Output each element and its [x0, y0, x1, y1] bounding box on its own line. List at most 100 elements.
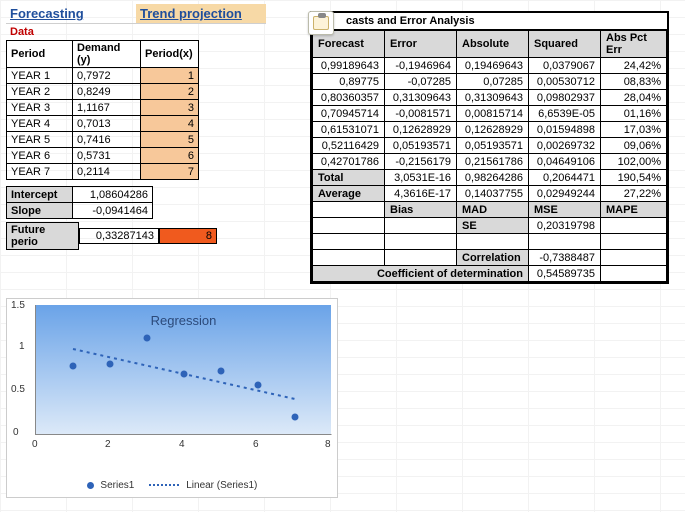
table-row[interactable]: YEAR 70,21147	[7, 164, 199, 180]
table-row[interactable]: 0,803603570,313096430,313096430,09802937…	[313, 90, 667, 106]
cell[interactable]: 6	[141, 148, 199, 164]
intercept-value[interactable]: 1,08604286	[73, 187, 153, 203]
cell[interactable]: 0,00815714	[457, 106, 529, 122]
cell[interactable]: 09,06%	[601, 138, 667, 154]
cell[interactable]: 0,12628929	[385, 122, 457, 138]
cell[interactable]: 0,89775	[313, 74, 385, 90]
cell[interactable]: 2	[141, 84, 199, 100]
cell[interactable]: 0,5731	[73, 148, 141, 164]
cell[interactable]: 6,6539E-05	[529, 106, 601, 122]
cell[interactable]: YEAR 2	[7, 84, 73, 100]
cell[interactable]: 0,31309643	[385, 90, 457, 106]
cell[interactable]: 0,01594898	[529, 122, 601, 138]
table-row[interactable]: 0,615310710,126289290,126289290,01594898…	[313, 122, 667, 138]
cell[interactable]: 28,04%	[601, 90, 667, 106]
cell[interactable]: 0,05193571	[385, 138, 457, 154]
table-row[interactable]: YEAR 20,82492	[7, 84, 199, 100]
chart-plot-area: Regression	[35, 305, 331, 435]
cell[interactable]: 0,14037755	[457, 186, 529, 202]
cell[interactable]: 0,61531071	[313, 122, 385, 138]
cell[interactable]: -0,1946964	[385, 58, 457, 74]
chart-point	[144, 335, 151, 342]
cell[interactable]: 27,22%	[601, 186, 667, 202]
cell[interactable]: 0,80360357	[313, 90, 385, 106]
cell[interactable]: 3,0531E-16	[385, 170, 457, 186]
table-row[interactable]: 0,99189643-0,19469640,194696430,03790672…	[313, 58, 667, 74]
cell[interactable]: 0,05193571	[457, 138, 529, 154]
regression-chart[interactable]: Regression 0 0.5 1 1.5 0 2 4 6 8 Series1…	[6, 298, 338, 498]
cell[interactable]: YEAR 7	[7, 164, 73, 180]
cell[interactable]: 0,8249	[73, 84, 141, 100]
ytick: 0	[13, 427, 19, 438]
cell[interactable]: 0,12628929	[457, 122, 529, 138]
cell[interactable]: 3	[141, 100, 199, 116]
coef-determination-row: Coefficient of determination 0,54589735	[313, 266, 667, 282]
cell[interactable]: 17,03%	[601, 122, 667, 138]
cell[interactable]: 0,02949244	[529, 186, 601, 202]
cell[interactable]: 0,19469643	[457, 58, 529, 74]
cell[interactable]: 0,00530712	[529, 74, 601, 90]
ytick: 1	[19, 341, 25, 352]
table-row[interactable]: YEAR 60,57316	[7, 148, 199, 164]
cell[interactable]: 01,16%	[601, 106, 667, 122]
cell[interactable]: 0,09802937	[529, 90, 601, 106]
table-row[interactable]: YEAR 31,11673	[7, 100, 199, 116]
cell[interactable]: 0,7972	[73, 68, 141, 84]
se-value[interactable]: 0,20319798	[529, 218, 601, 234]
cell[interactable]: YEAR 5	[7, 132, 73, 148]
table-row[interactable]: 0,42701786-0,21561790,215617860,04649106…	[313, 154, 667, 170]
table-row[interactable]: YEAR 50,74165	[7, 132, 199, 148]
cell[interactable]: 0,00269732	[529, 138, 601, 154]
cell[interactable]: 0,52116429	[313, 138, 385, 154]
col-demand: Demand (y)	[73, 41, 141, 68]
table-row[interactable]: YEAR 10,79721	[7, 68, 199, 84]
table-row[interactable]: YEAR 40,70134	[7, 116, 199, 132]
clipboard-icon[interactable]	[308, 11, 334, 35]
chart-point	[292, 413, 299, 420]
cell[interactable]: 0,2114	[73, 164, 141, 180]
cell[interactable]: 0,21561786	[457, 154, 529, 170]
cell[interactable]: -0,0081571	[385, 106, 457, 122]
coef-value[interactable]: 0,54589735	[529, 266, 601, 282]
legend-dot-icon	[87, 482, 94, 489]
cell[interactable]: 0,42701786	[313, 154, 385, 170]
cell[interactable]: 0,7416	[73, 132, 141, 148]
cell[interactable]: -0,2156179	[385, 154, 457, 170]
cell[interactable]: 0,98264286	[457, 170, 529, 186]
cell[interactable]: 0,04649106	[529, 154, 601, 170]
cell[interactable]: 4	[141, 116, 199, 132]
cell[interactable]: 24,42%	[601, 58, 667, 74]
cell[interactable]: 0,07285	[457, 74, 529, 90]
cell[interactable]: 0,70945714	[313, 106, 385, 122]
regression-params: Intercept1,08604286 Slope-0,0941464	[6, 186, 153, 219]
table-row[interactable]: 0,70945714-0,00815710,008157146,6539E-05…	[313, 106, 667, 122]
future-value[interactable]: 0,33287143	[79, 228, 159, 244]
cell[interactable]: YEAR 4	[7, 116, 73, 132]
cell[interactable]: 7	[141, 164, 199, 180]
correlation-value[interactable]: -0,7388487	[529, 250, 601, 266]
cell[interactable]: YEAR 1	[7, 68, 73, 84]
table-row[interactable]: 0,521164290,051935710,051935710,00269732…	[313, 138, 667, 154]
cell[interactable]: 0,7013	[73, 116, 141, 132]
table-row[interactable]: 0,89775-0,072850,072850,0053071208,83%	[313, 74, 667, 90]
cell[interactable]: 08,83%	[601, 74, 667, 90]
cell[interactable]: 0,2064471	[529, 170, 601, 186]
cell[interactable]: YEAR 6	[7, 148, 73, 164]
cell[interactable]: 102,00%	[601, 154, 667, 170]
cell[interactable]: 1	[141, 68, 199, 84]
trend-projection-label: Trend projection	[136, 4, 266, 23]
xtick: 4	[179, 439, 185, 450]
cell[interactable]: -0,07285	[385, 74, 457, 90]
cell[interactable]: 5	[141, 132, 199, 148]
slope-value[interactable]: -0,0941464	[73, 203, 153, 219]
future-px[interactable]: 8	[159, 228, 217, 244]
cell[interactable]: 190,54%	[601, 170, 667, 186]
cell[interactable]: YEAR 3	[7, 100, 73, 116]
cell[interactable]: 4,3616E-17	[385, 186, 457, 202]
blank-row	[313, 234, 667, 250]
cell[interactable]: 0,0379067	[529, 58, 601, 74]
cell[interactable]: 1,1167	[73, 100, 141, 116]
error-analysis-panel: casts and Error Analysis Forecast Error …	[310, 11, 669, 284]
cell[interactable]: 0,99189643	[313, 58, 385, 74]
cell[interactable]: 0,31309643	[457, 90, 529, 106]
